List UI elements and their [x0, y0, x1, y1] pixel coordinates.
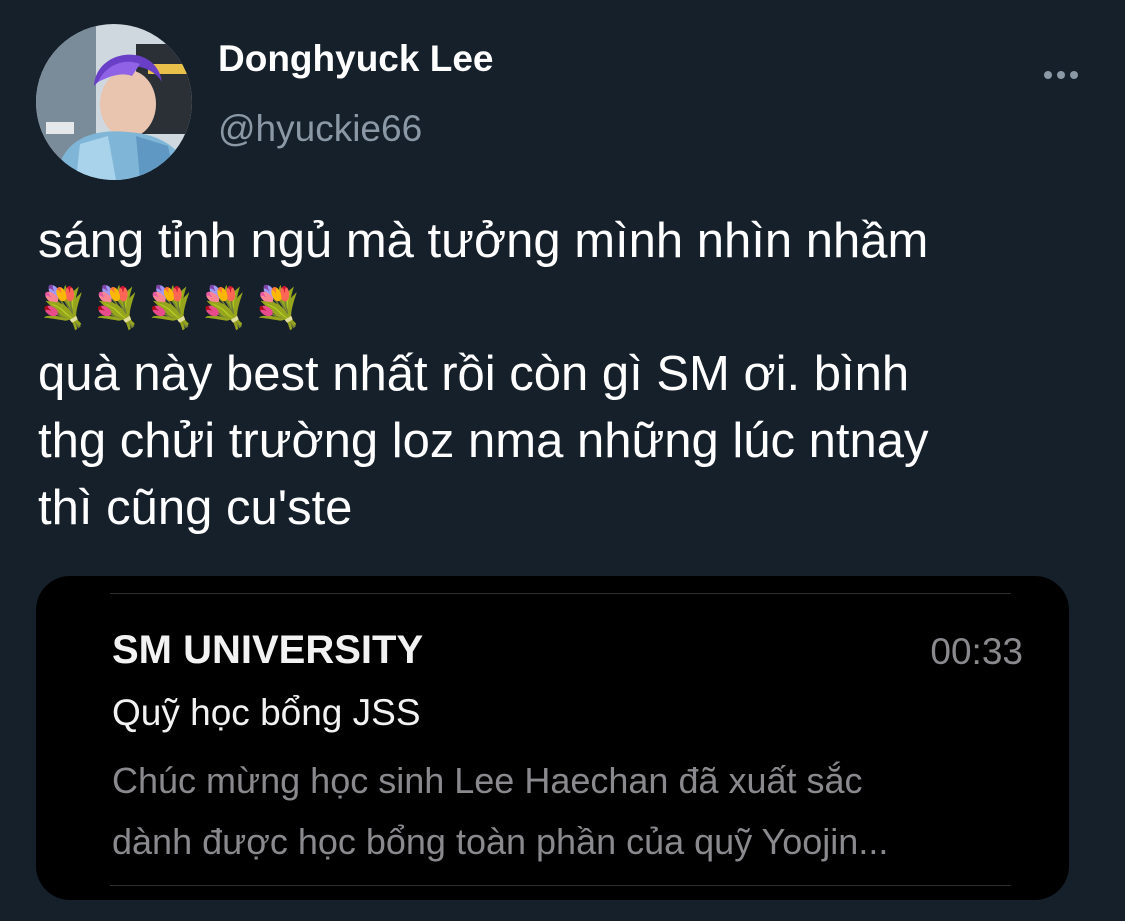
notification-time: 00:33: [930, 631, 1023, 672]
notification-sender: SM UNIVERSITY: [112, 628, 424, 672]
tweet-text-line: thg chửi trường loz nma những lúc ntnay: [38, 414, 929, 468]
notification-preview-line: dành được học bổng toàn phần của quỹ Yoo…: [112, 821, 889, 862]
avatar[interactable]: [36, 24, 192, 180]
divider: [110, 885, 1011, 886]
user-handle[interactable]: @hyuckie66: [218, 108, 422, 150]
tweet-text-line: thì cũng cu'ste: [38, 481, 353, 535]
tweet-text-line: sáng tỉnh ngủ mà tưởng mình nhìn nhầm: [38, 214, 929, 268]
tweet-text-line: quà này best nhất rồi còn gì SM ơi. bình: [38, 347, 910, 401]
more-options-button[interactable]: [1036, 58, 1088, 92]
tweet-text: sáng tỉnh ngủ mà tưởng mình nhìn nhầm 💐💐…: [38, 208, 1098, 542]
bouquet-emoji-row: 💐💐💐💐💐: [38, 286, 308, 330]
profile-photo-icon: [36, 24, 192, 180]
divider: [110, 593, 1011, 594]
notification-preview: Chúc mừng học sinh Lee Haechan đã xuất s…: [112, 750, 888, 872]
display-name[interactable]: Donghyuck Lee: [218, 38, 494, 80]
tweet-media-image[interactable]: SM UNIVERSITY 00:33 Quỹ học bổng JSS Chú…: [36, 576, 1069, 900]
notification-subject: Quỹ học bổng JSS: [112, 692, 421, 733]
notification-preview-line: Chúc mừng học sinh Lee Haechan đã xuất s…: [112, 760, 863, 801]
more-horizontal-icon: [1044, 71, 1078, 79]
